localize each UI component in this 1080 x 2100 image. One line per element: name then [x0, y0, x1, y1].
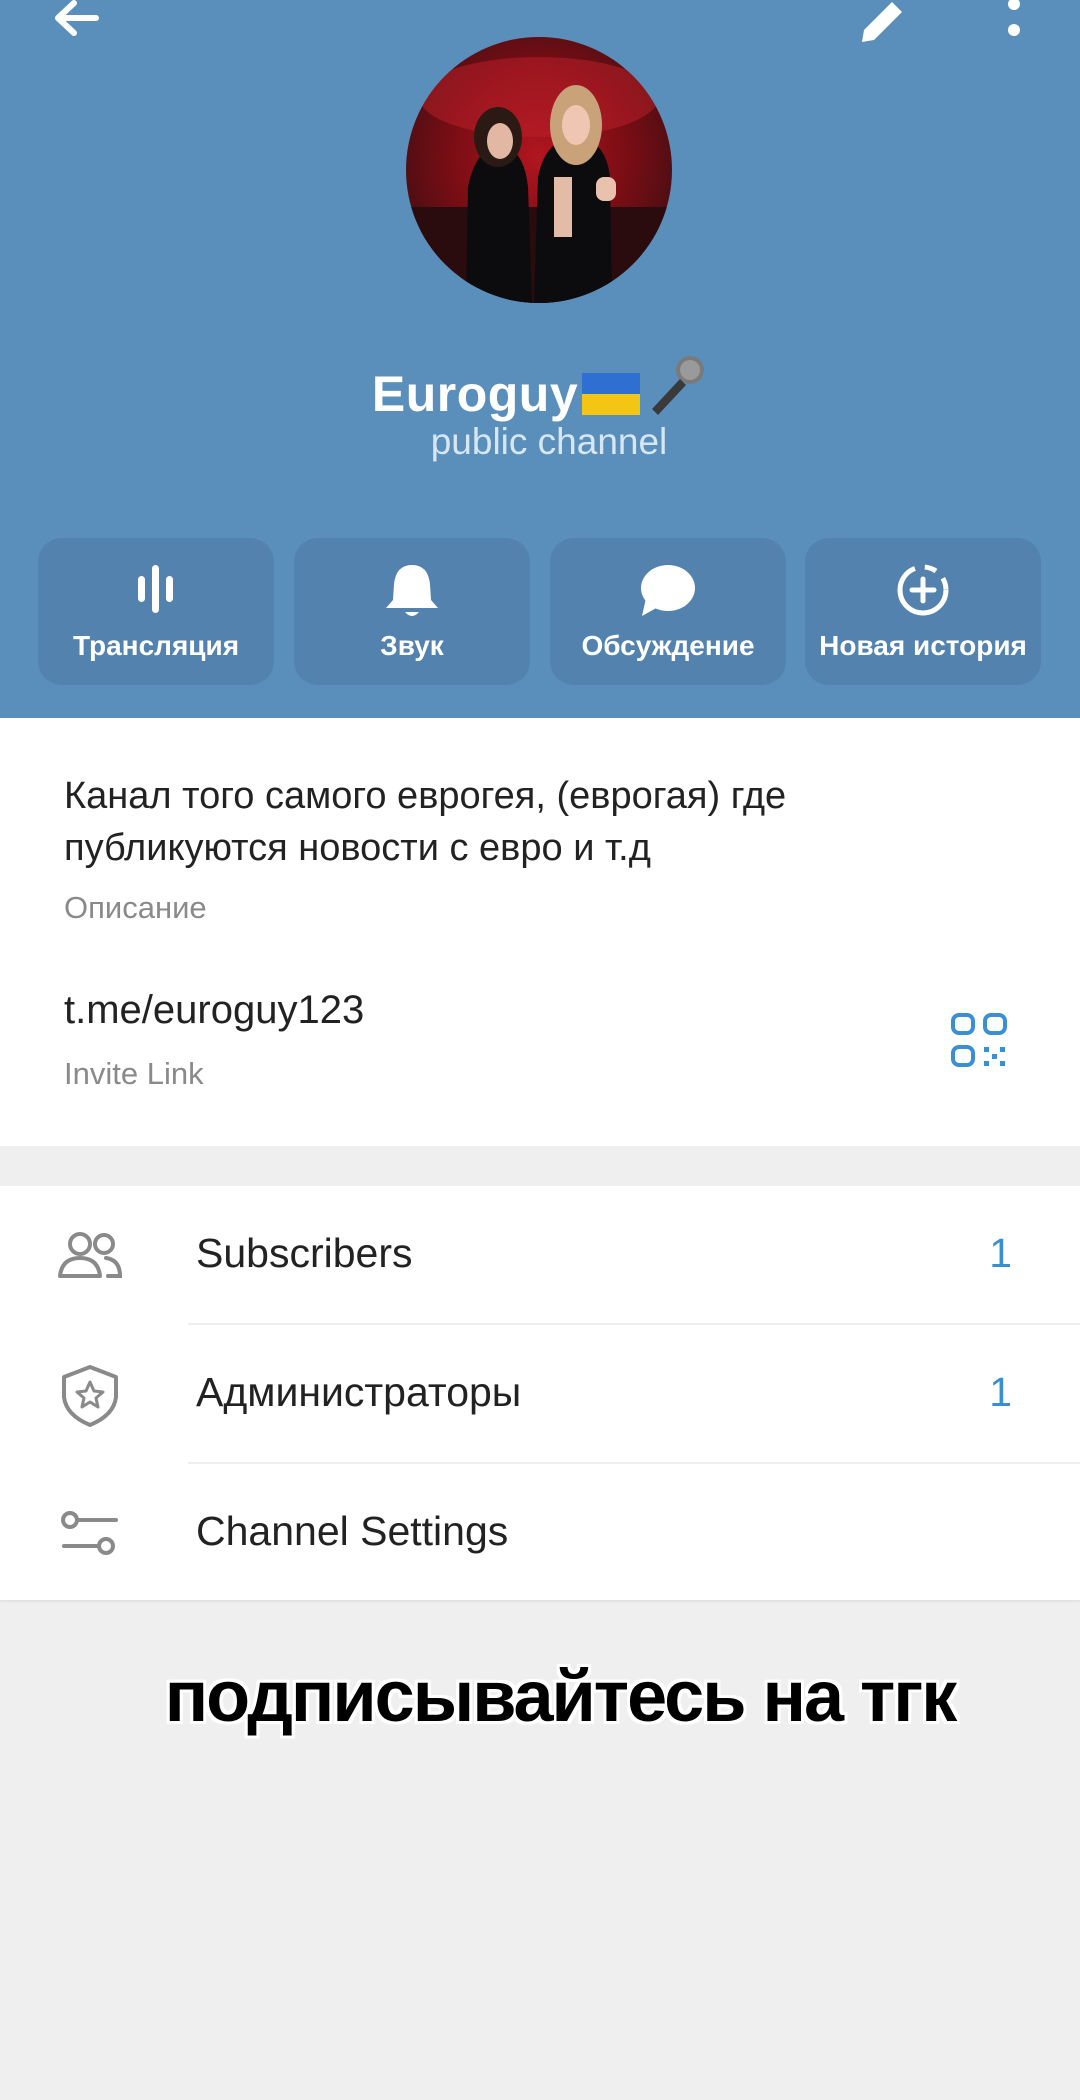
sound-label: Звук	[380, 630, 444, 661]
new-story-button[interactable]: Новая история	[805, 538, 1041, 685]
sound-button[interactable]: Звук	[294, 538, 530, 685]
arrow-left-icon[interactable]	[48, 0, 108, 50]
channel-header: Euroguy public channel Трансляция Звук О…	[0, 0, 1080, 718]
more-vertical-icon[interactable]	[984, 0, 1044, 50]
discussion-label: Обсуждение	[581, 630, 755, 661]
menu-row-subscribers[interactable]: Subscribers 1	[0, 1186, 1080, 1325]
shield-star-icon	[62, 1365, 118, 1427]
live-stream-icon	[138, 565, 173, 613]
pencil-icon[interactable]	[852, 0, 912, 50]
menu-row-administrators[interactable]: Администраторы 1	[0, 1325, 1080, 1464]
users-icon	[58, 1232, 123, 1278]
caption-overlay: подписывайтесь на тгк	[164, 1657, 958, 1737]
add-story-icon	[897, 564, 949, 616]
channel-name-text: Euroguy	[371, 366, 579, 422]
qr-code-icon[interactable]	[950, 1012, 1008, 1070]
live-stream-button[interactable]: Трансляция	[38, 538, 274, 685]
bell-icon	[386, 565, 438, 616]
channel-settings-label: Channel Settings	[196, 1508, 509, 1554]
ukraine-flag-icon	[582, 373, 641, 415]
administrators-count: 1	[989, 1369, 1012, 1415]
subscribers-count: 1	[989, 1230, 1012, 1276]
description-label: Описание	[64, 890, 207, 925]
discussion-button[interactable]: Обсуждение	[550, 538, 786, 685]
channel-menu: Subscribers 1 Администраторы 1 Channel S…	[0, 1186, 1080, 1600]
administrators-label: Администраторы	[196, 1369, 522, 1415]
channel-description: Канал того самого еврогея, (еврогая) где…	[64, 775, 787, 869]
invite-link[interactable]: t.me/euroguy123	[64, 988, 364, 1033]
settings-sliders-icon	[61, 1511, 118, 1555]
subscribers-label: Subscribers	[196, 1230, 413, 1276]
channel-avatar[interactable]	[406, 37, 672, 303]
new-story-label: Новая история	[819, 630, 1027, 661]
live-stream-label: Трансляция	[72, 630, 240, 661]
chat-bubble-icon	[641, 565, 695, 616]
channel-status: public channel	[430, 421, 668, 462]
microphone-icon	[652, 356, 705, 415]
menu-row-channel-settings[interactable]: Channel Settings	[0, 1464, 1080, 1603]
avatar-photo	[406, 57, 672, 303]
invite-link-label: Invite Link	[64, 1056, 204, 1091]
channel-name: Euroguy	[0, 353, 1080, 423]
